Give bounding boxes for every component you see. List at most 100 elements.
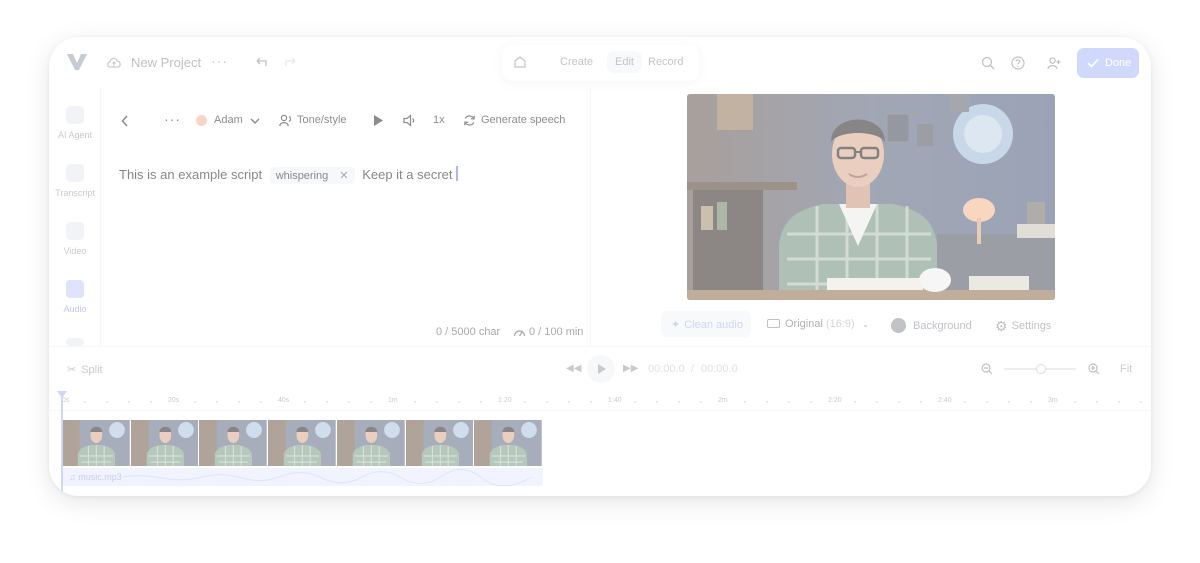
ruler-tick xyxy=(546,401,548,403)
logo-icon[interactable] xyxy=(66,53,88,71)
redo-icon[interactable] xyxy=(284,55,298,69)
video-frame-thumbnail xyxy=(336,420,406,466)
video-frame-thumbnail xyxy=(268,420,337,466)
sidebar-item-audio[interactable]: Audio xyxy=(49,280,101,314)
gear-icon: ⚙ xyxy=(995,318,1008,334)
clean-audio-button[interactable]: ✦ Clean audio xyxy=(661,311,751,337)
tab-edit[interactable]: Edit xyxy=(607,51,642,73)
fit-button[interactable]: Fit xyxy=(1120,363,1132,375)
zoom-slider-handle[interactable] xyxy=(1036,364,1046,374)
background-swatch xyxy=(891,318,906,333)
aspect-ratio-select[interactable]: Original (16:9) ⌄ xyxy=(767,318,869,348)
ruler-tick xyxy=(854,401,856,403)
check-icon xyxy=(1087,58,1099,68)
app-window: New Project ··· Create Edit Record Done … xyxy=(49,37,1151,496)
tone-style-button[interactable]: Tone/style xyxy=(297,114,347,126)
ruler-label: 2:20 xyxy=(828,397,842,404)
ruler-tick xyxy=(1008,401,1010,403)
zoom-out-icon[interactable] xyxy=(981,363,993,375)
ruler-tick xyxy=(216,401,218,403)
sidebar: AI Agent Transcript Video Audio xyxy=(49,88,101,346)
ruler-divider xyxy=(49,410,1151,411)
play-icon xyxy=(598,364,606,374)
ruler-tick xyxy=(106,401,108,403)
ruler-tick xyxy=(986,401,988,403)
audio-track-label: ♫ music.mp3 xyxy=(69,472,122,482)
rewind-icon[interactable]: ◀◀ xyxy=(566,363,581,374)
ruler-tick xyxy=(84,401,86,403)
ruler-tick xyxy=(458,401,460,403)
sidebar-item-video[interactable]: Video xyxy=(49,222,101,256)
zoom-in-icon[interactable] xyxy=(1088,363,1100,375)
timeline-divider xyxy=(49,346,1151,347)
home-icon[interactable] xyxy=(513,55,527,69)
top-bar: New Project ··· Create Edit Record Done xyxy=(49,37,1151,88)
fast-forward-icon[interactable]: ▶▶ xyxy=(623,363,638,374)
sidebar-item-ai-agent[interactable]: AI Agent xyxy=(49,106,101,140)
project-title[interactable]: New Project xyxy=(131,55,201,70)
tab-record[interactable]: Record xyxy=(648,56,683,68)
ruler-tick xyxy=(898,401,900,403)
mode-switcher: Create Edit Record xyxy=(502,45,699,81)
settings-button[interactable]: ⚙ Settings xyxy=(995,318,1051,348)
more-icon[interactable]: ··· xyxy=(211,53,228,69)
video-preview[interactable] xyxy=(687,94,1055,300)
speed-button[interactable]: 1x xyxy=(433,114,445,126)
done-button[interactable]: Done xyxy=(1077,48,1139,78)
video-frame-thumbnail xyxy=(130,420,200,466)
playhead-handle[interactable] xyxy=(57,391,67,398)
playhead[interactable] xyxy=(61,391,63,496)
close-icon[interactable]: ✕ xyxy=(339,170,348,182)
ruler-label: 3m xyxy=(1048,397,1058,404)
chevron-down-icon[interactable] xyxy=(250,118,260,125)
clean-audio-label: Clean audio xyxy=(684,319,743,331)
cloud-icon[interactable] xyxy=(106,55,122,69)
ruler-tick xyxy=(128,401,130,403)
tab-create[interactable]: Create xyxy=(560,56,593,68)
more-options-icon[interactable]: ··· xyxy=(164,111,181,127)
ruler-tick xyxy=(810,401,812,403)
volume-icon[interactable] xyxy=(403,114,417,127)
chevron-down-icon: ⌄ xyxy=(861,319,870,329)
sidebar-item-label: Audio xyxy=(63,304,87,314)
add-user-icon[interactable] xyxy=(1047,56,1061,70)
ruler-tick xyxy=(1118,401,1120,403)
play-icon[interactable] xyxy=(373,114,384,127)
transcript-icon xyxy=(66,164,84,182)
audio-track[interactable]: ♫ music.mp3 xyxy=(62,468,543,486)
search-icon[interactable] xyxy=(981,56,995,70)
ruler-tick xyxy=(326,401,328,403)
help-icon[interactable] xyxy=(1011,56,1025,70)
generate-speech-button[interactable]: Generate speech xyxy=(481,114,565,126)
settings-label: Settings xyxy=(1011,320,1052,332)
tone-tag[interactable]: whispering ✕ xyxy=(269,167,355,184)
play-button[interactable] xyxy=(587,355,615,383)
sidebar-item-more[interactable] xyxy=(49,338,101,346)
ruler-tick xyxy=(656,401,658,403)
voice-select[interactable]: Adam xyxy=(214,114,243,126)
script-text: Keep it a secret xyxy=(362,167,453,182)
audio-file-name: music.mp3 xyxy=(78,472,122,482)
script-editor[interactable]: This is an example script whispering ✕ K… xyxy=(119,166,458,184)
back-icon[interactable] xyxy=(121,115,129,127)
aspect-label: Original xyxy=(785,318,823,330)
ruler-tick xyxy=(480,401,482,403)
sidebar-item-label: AI Agent xyxy=(57,130,93,140)
sparkle-icon: ✦ xyxy=(671,319,681,331)
char-counter: 0 / 5000 char xyxy=(436,326,501,338)
undo-icon[interactable] xyxy=(254,55,268,69)
split-button[interactable]: ✂ Split xyxy=(67,363,103,376)
split-label: Split xyxy=(81,364,103,376)
video-track[interactable] xyxy=(62,420,543,466)
ruler-tick xyxy=(678,401,680,403)
background-button[interactable]: Background xyxy=(891,318,972,348)
ruler-tick xyxy=(194,401,196,403)
ruler-tick xyxy=(370,401,372,403)
ruler-tick xyxy=(1030,401,1032,403)
ruler-tick xyxy=(876,401,878,403)
ruler-label: 1:20 xyxy=(498,397,512,404)
video-icon xyxy=(66,222,84,240)
minutes-counter: 0 / 100 min xyxy=(529,326,584,338)
sidebar-item-transcript[interactable]: Transcript xyxy=(49,164,101,198)
ruler-tick xyxy=(634,401,636,403)
